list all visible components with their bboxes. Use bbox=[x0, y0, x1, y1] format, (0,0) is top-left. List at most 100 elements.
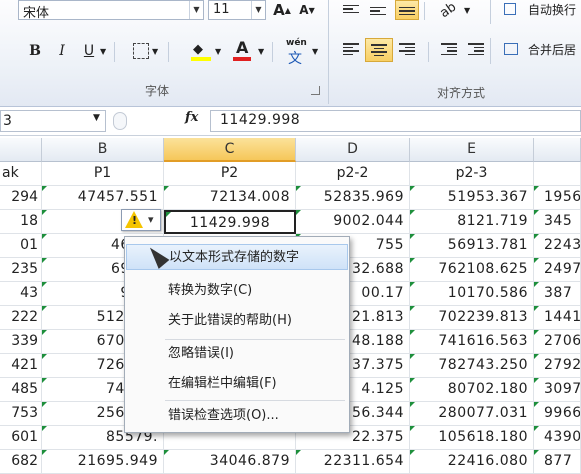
table-cell[interactable]: 485 bbox=[0, 378, 42, 402]
table-cell[interactable]: 21695.949 bbox=[42, 450, 164, 474]
table-cell[interactable]: 345 bbox=[534, 210, 581, 234]
table-cell[interactable]: 222 bbox=[0, 306, 42, 330]
header-cell[interactable]: P2 bbox=[164, 162, 296, 186]
table-cell[interactable]: 9966 bbox=[534, 402, 581, 426]
splitter-handle[interactable] bbox=[113, 112, 127, 130]
header-cell[interactable]: P1 bbox=[42, 162, 164, 186]
align-right-icon[interactable] bbox=[399, 41, 415, 57]
table-cell[interactable]: 10170.586 bbox=[410, 282, 534, 306]
table-cell[interactable]: 8121.719 bbox=[410, 210, 534, 234]
chevron-down-icon[interactable]: ▼ bbox=[93, 113, 100, 123]
table-cell[interactable]: 47457.551 bbox=[42, 186, 164, 210]
header-cell[interactable] bbox=[534, 162, 581, 186]
header-cell[interactable]: ak bbox=[0, 162, 42, 186]
chevron-down-icon[interactable]: ▼ bbox=[100, 47, 106, 56]
orientation-icon[interactable]: ab bbox=[432, 0, 463, 25]
chevron-down-icon[interactable]: ▼ bbox=[152, 47, 158, 56]
table-cell[interactable]: 741616.563 bbox=[410, 330, 534, 354]
grow-font-button[interactable]: A ▲ bbox=[271, 0, 293, 20]
align-bottom-button[interactable] bbox=[395, 0, 419, 20]
align-middle-icon[interactable] bbox=[370, 4, 386, 18]
column-header-e[interactable]: E bbox=[410, 138, 534, 162]
align-top-icon[interactable] bbox=[343, 2, 359, 16]
menu-item-convert-to-number[interactable]: 转换为数字(C) bbox=[126, 278, 348, 304]
table-cell[interactable]: 34046.879 bbox=[164, 450, 296, 474]
insert-function-button[interactable]: fx bbox=[185, 110, 198, 125]
align-left-icon[interactable] bbox=[343, 41, 359, 57]
column-header-b[interactable]: B bbox=[42, 138, 164, 162]
table-cell[interactable]: 762108.625 bbox=[410, 258, 534, 282]
table-cell[interactable]: 2706 bbox=[534, 330, 581, 354]
chevron-down-icon[interactable]: ▾ bbox=[148, 213, 154, 226]
table-cell[interactable]: 1956 bbox=[534, 186, 581, 210]
table-cell[interactable]: 682 bbox=[0, 450, 42, 474]
chevron-down-icon[interactable]: ▼ bbox=[464, 6, 470, 15]
selected-cell[interactable]: 11429.998 bbox=[164, 210, 296, 234]
table-cell[interactable]: 105618.180 bbox=[410, 426, 534, 450]
chevron-down-icon[interactable]: ▼ bbox=[189, 1, 203, 19]
table-cell[interactable]: 877 bbox=[534, 450, 581, 474]
error-smart-tag[interactable]: ! ▾ bbox=[121, 209, 161, 231]
table-cell[interactable]: 52835.969 bbox=[296, 186, 410, 210]
align-bottom-icon bbox=[399, 4, 415, 18]
table-cell[interactable]: 51953.367 bbox=[410, 186, 534, 210]
table-cell[interactable]: 4390 bbox=[534, 426, 581, 450]
phonetic-guide-button[interactable]: wén 文 bbox=[285, 38, 309, 67]
fill-color-button[interactable]: ◆ bbox=[190, 40, 212, 62]
column-header-c[interactable]: C bbox=[164, 138, 296, 162]
underline-button[interactable]: U bbox=[80, 40, 98, 62]
menu-item-edit-in-formula-bar[interactable]: 在编辑栏中编辑(F) bbox=[126, 371, 348, 397]
chevron-down-icon[interactable]: ▼ bbox=[258, 47, 264, 56]
increase-indent-icon[interactable] bbox=[468, 41, 484, 57]
chevron-down-icon[interactable]: ▼ bbox=[312, 47, 318, 56]
table-cell[interactable]: 43 bbox=[0, 282, 42, 306]
header-cell[interactable]: p2-3 bbox=[410, 162, 534, 186]
table-cell[interactable]: 235 bbox=[0, 258, 42, 282]
table-cell[interactable]: 72134.008 bbox=[164, 186, 296, 210]
table-cell[interactable]: 2497 bbox=[534, 258, 581, 282]
column-header-f[interactable] bbox=[534, 138, 581, 162]
bold-button[interactable]: B bbox=[26, 40, 44, 62]
table-cell[interactable]: 339 bbox=[0, 330, 42, 354]
dialog-launcher-icon[interactable] bbox=[311, 86, 320, 95]
menu-item-ignore-error[interactable]: 忽略错误(I) bbox=[126, 341, 348, 367]
table-cell[interactable]: 3097 bbox=[534, 378, 581, 402]
table-cell[interactable]: 9002.044 bbox=[296, 210, 410, 234]
align-center-button[interactable] bbox=[365, 38, 393, 62]
table-cell[interactable]: 22311.654 bbox=[296, 450, 410, 474]
menu-item-help-on-error[interactable]: 关于此错误的帮助(H) bbox=[126, 308, 348, 334]
name-box[interactable]: 3 ▼ bbox=[0, 110, 106, 132]
table-cell[interactable]: 387 bbox=[534, 282, 581, 306]
font-size-combo[interactable]: 11 ▼ bbox=[208, 0, 266, 20]
font-color-button[interactable]: A bbox=[232, 38, 252, 62]
border-icon[interactable] bbox=[133, 43, 149, 59]
table-cell[interactable]: 294 bbox=[0, 186, 42, 210]
table-cell[interactable]: 601 bbox=[0, 426, 42, 450]
chevron-down-icon[interactable]: ▼ bbox=[251, 1, 265, 19]
header-cell[interactable]: p2-2 bbox=[296, 162, 410, 186]
table-cell[interactable]: 01 bbox=[0, 234, 42, 258]
table-cell[interactable]: 782743.250 bbox=[410, 354, 534, 378]
font-name-combo[interactable]: 宋体 ▼ bbox=[18, 0, 204, 21]
table-cell[interactable]: 1441 bbox=[534, 306, 581, 330]
formula-input[interactable]: 11429.998 bbox=[210, 110, 581, 132]
table-cell[interactable]: 753 bbox=[0, 402, 42, 426]
table-cell[interactable]: 56913.781 bbox=[410, 234, 534, 258]
table-cell[interactable]: 280077.031 bbox=[410, 402, 534, 426]
menu-item-error-checking-options[interactable]: 错误检查选项(O)... bbox=[126, 403, 348, 429]
table-cell[interactable]: 80702.180 bbox=[410, 378, 534, 402]
column-header-d[interactable]: D bbox=[296, 138, 410, 162]
table-cell[interactable]: 702239.813 bbox=[410, 306, 534, 330]
merge-center-button[interactable]: 合并后居 bbox=[501, 40, 581, 60]
table-cell[interactable]: 22416.080 bbox=[410, 450, 534, 474]
shrink-font-button[interactable]: A ▼ bbox=[296, 0, 318, 20]
decrease-indent-icon[interactable] bbox=[441, 41, 457, 57]
table-cell[interactable]: 2243 bbox=[534, 234, 581, 258]
table-cell[interactable]: 421 bbox=[0, 354, 42, 378]
table-cell[interactable]: 18 bbox=[0, 210, 42, 234]
chevron-down-icon[interactable]: ▼ bbox=[215, 47, 221, 56]
column-header-a[interactable] bbox=[0, 138, 42, 162]
table-cell[interactable]: 2792 bbox=[534, 354, 581, 378]
italic-button[interactable]: I bbox=[53, 40, 71, 62]
wrap-text-button[interactable]: 自动换行 bbox=[501, 0, 581, 20]
